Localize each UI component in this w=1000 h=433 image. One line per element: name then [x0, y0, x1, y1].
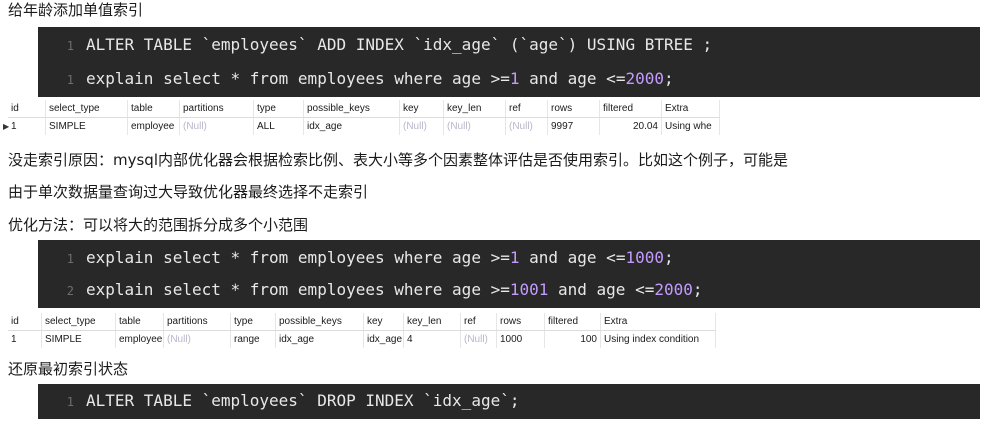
column-header[interactable]: Extra: [662, 100, 720, 117]
code-block-add-index: 1 ALTER TABLE `employees` ADD INDEX `idx_…: [38, 27, 980, 97]
cell-possible-keys[interactable]: idx_age: [276, 331, 364, 348]
code-line: 1 ALTER TABLE `employees` ADD INDEX `idx_…: [38, 29, 712, 61]
code-text: and age <=: [519, 69, 626, 88]
cell-type[interactable]: ALL: [254, 118, 304, 135]
column-header[interactable]: key_len: [444, 100, 506, 117]
code-line: 1 ALTER TABLE `employees` DROP INDEX `idx…: [38, 385, 520, 417]
cell-select-type[interactable]: SIMPLE: [46, 118, 128, 135]
explanation-line-2: 由于单次数据量查询过大导致优化器最终选择不走索引: [8, 183, 369, 201]
cell-filtered[interactable]: 20.04: [600, 118, 662, 135]
column-header[interactable]: partitions: [164, 313, 231, 330]
column-header[interactable]: rows: [548, 100, 600, 117]
code-number: 2000: [625, 69, 664, 88]
code-text: ALTER TABLE `employees` ADD INDEX `idx_a…: [86, 35, 713, 54]
cell-key[interactable]: idx_age: [364, 331, 404, 348]
column-header[interactable]: possible_keys: [304, 100, 400, 117]
explain-result-grid-2: id select_type table partitions type pos…: [8, 313, 716, 348]
cell-table[interactable]: employee: [116, 331, 164, 348]
line-number: 2: [66, 284, 74, 298]
column-header[interactable]: key: [364, 313, 404, 330]
code-text: ;: [663, 248, 674, 267]
column-header[interactable]: type: [254, 100, 304, 117]
column-header[interactable]: key_len: [404, 313, 461, 330]
cell-ref[interactable]: (Null): [461, 331, 497, 348]
column-header[interactable]: rows: [497, 313, 545, 330]
column-header[interactable]: Extra: [601, 313, 716, 330]
code-block-split-range: 1 explain select * from employees where a…: [38, 240, 980, 308]
table-row[interactable]: 1 SIMPLE employee (Null) range idx_age i…: [8, 331, 716, 348]
code-line: 2 explain select * from employees where a…: [38, 274, 703, 306]
column-header[interactable]: type: [231, 313, 276, 330]
cell-id[interactable]: 1: [8, 118, 46, 135]
column-header[interactable]: select_type: [46, 100, 128, 117]
cell-key-len[interactable]: (Null): [444, 118, 506, 135]
cell-partitions[interactable]: (Null): [180, 118, 254, 135]
cell-partitions[interactable]: (Null): [164, 331, 231, 348]
column-header[interactable]: table: [128, 100, 180, 117]
code-text: and age <=: [548, 280, 655, 299]
column-header[interactable]: select_type: [42, 313, 116, 330]
table-row[interactable]: ▶ 1 SIMPLE employee (Null) ALL idx_age (…: [3, 118, 720, 135]
explanation-line-1: 没走索引原因：mysql内部优化器会根据检索比例、表大小等多个因素整体评估是否使…: [8, 151, 788, 169]
restore-heading: 还原最初索引状态: [8, 360, 129, 378]
code-number: 1000: [625, 248, 664, 267]
column-header[interactable]: table: [116, 313, 164, 330]
code-number: 2000: [654, 280, 693, 299]
cell-filtered[interactable]: 100: [545, 331, 601, 348]
cell-key-len[interactable]: 4: [404, 331, 461, 348]
cell-extra[interactable]: Using whe: [662, 118, 720, 135]
cell-key[interactable]: (Null): [400, 118, 444, 135]
column-header[interactable]: id: [8, 100, 46, 117]
cell-extra[interactable]: Using index condition: [601, 331, 716, 348]
column-header[interactable]: ref: [461, 313, 497, 330]
cell-id[interactable]: 1: [8, 331, 42, 348]
column-header[interactable]: filtered: [600, 100, 662, 117]
code-text: ;: [663, 69, 674, 88]
code-number: 1001: [509, 280, 549, 299]
column-header[interactable]: id: [8, 313, 42, 330]
cell-possible-keys[interactable]: idx_age: [304, 118, 400, 135]
column-header[interactable]: possible_keys: [276, 313, 364, 330]
code-line: 1 explain select * from employees where a…: [38, 242, 674, 274]
code-block-drop-index: 1 ALTER TABLE `employees` DROP INDEX `idx…: [38, 384, 980, 419]
cell-rows[interactable]: 9997: [548, 118, 600, 135]
cell-ref[interactable]: (Null): [506, 118, 548, 135]
grid-header-row: id select_type table partitions type pos…: [8, 313, 716, 331]
code-text: ALTER TABLE `employees` DROP INDEX `idx_…: [86, 391, 520, 410]
heading-add-index: 给年龄添加单值索引: [8, 1, 144, 19]
cell-type[interactable]: range: [231, 331, 276, 348]
code-text: explain select * from employees where ag…: [86, 248, 510, 267]
line-number: 1: [66, 39, 74, 53]
grid-header-row: id select_type table partitions type pos…: [8, 100, 720, 118]
code-text: explain select * from employees where ag…: [86, 280, 510, 299]
line-number: 1: [66, 395, 74, 409]
optimization-heading: 优化方法：可以将大的范围拆分成多个小范围: [8, 216, 309, 234]
line-number: 1: [66, 73, 74, 87]
code-line: 1 explain select * from employees where a…: [38, 63, 674, 95]
column-header[interactable]: key: [400, 100, 444, 117]
line-number: 1: [66, 252, 74, 266]
column-header[interactable]: ref: [506, 100, 548, 117]
cell-table[interactable]: employee: [128, 118, 180, 135]
column-header[interactable]: partitions: [180, 100, 254, 117]
cell-rows[interactable]: 1000: [497, 331, 545, 348]
code-text: explain select * from employees where ag…: [86, 69, 510, 88]
code-text: ;: [692, 280, 703, 299]
cell-select-type[interactable]: SIMPLE: [42, 331, 116, 348]
column-header[interactable]: filtered: [545, 313, 601, 330]
explain-result-grid-1: id select_type table partitions type pos…: [3, 100, 720, 135]
code-text: and age <=: [519, 248, 626, 267]
